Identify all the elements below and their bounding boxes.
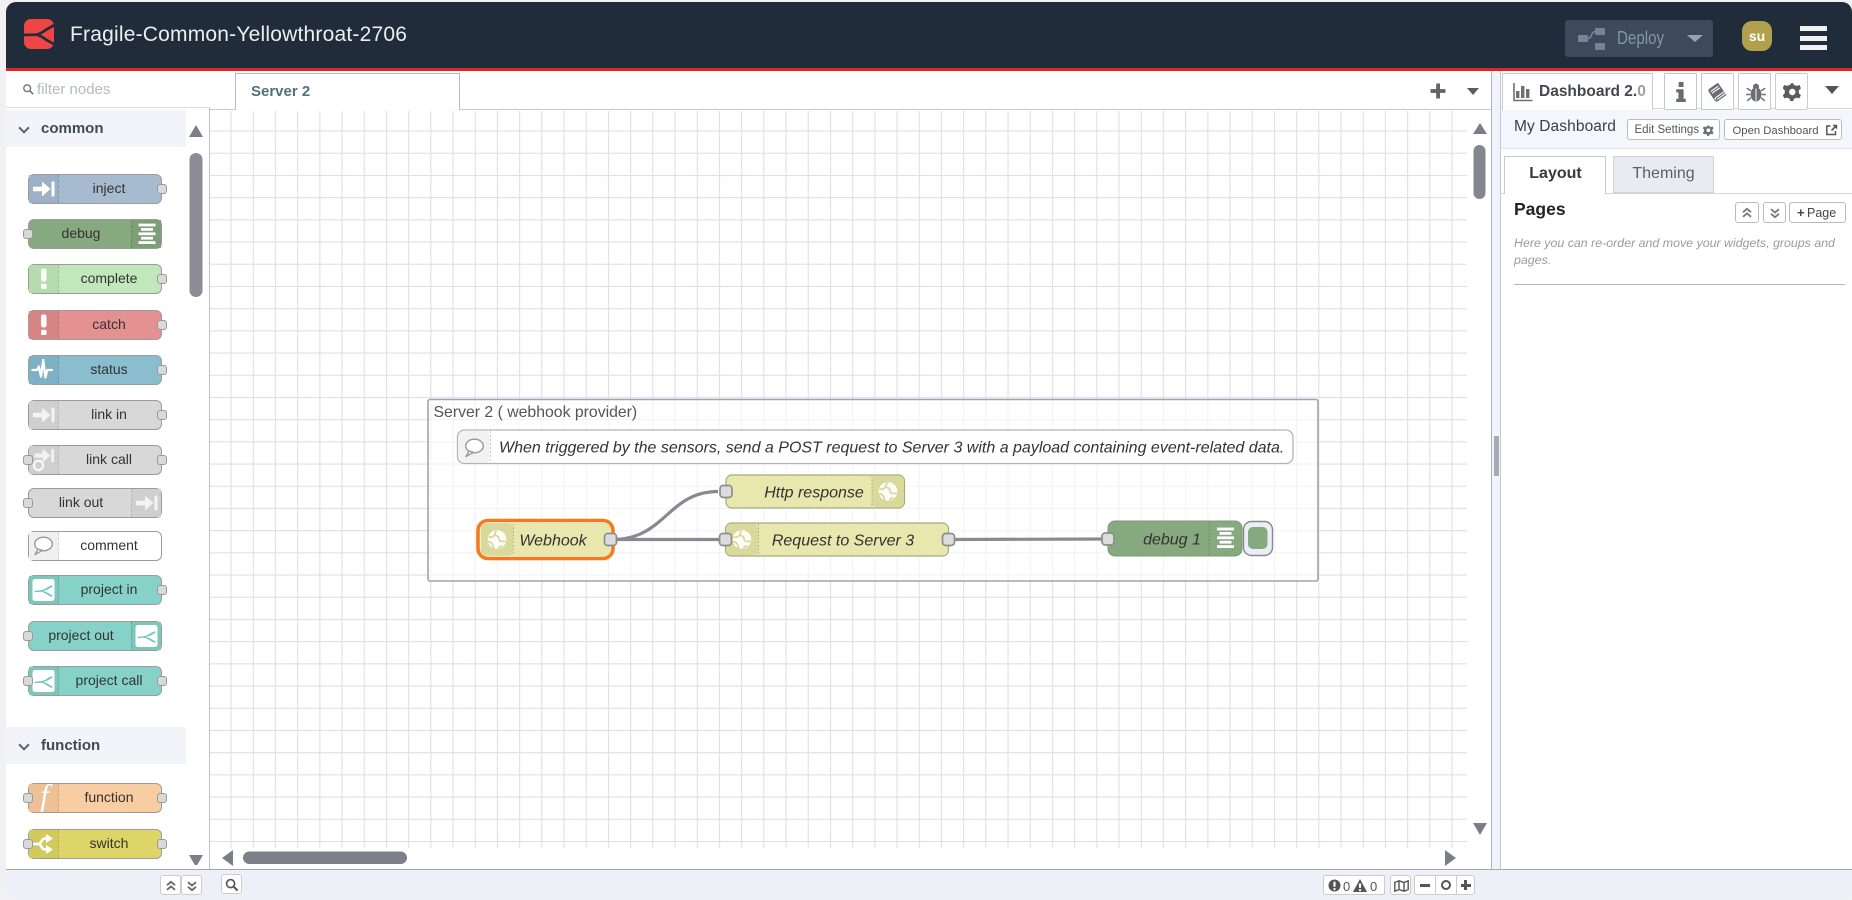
svg-text:Webhook: Webhook [519, 533, 587, 550]
svg-text:Request to Server 3: Request to Server 3 [772, 533, 914, 550]
svg-text:f: f [40, 784, 53, 812]
svg-text:Http response: Http response [764, 485, 864, 502]
svg-text:debug 1: debug 1 [1143, 532, 1201, 549]
svg-text:Server 2 ( webhook provider): Server 2 ( webhook provider) [434, 404, 638, 421]
svg-text:When triggered by the sensors,: When triggered by the sensors, send a PO… [499, 440, 1284, 457]
